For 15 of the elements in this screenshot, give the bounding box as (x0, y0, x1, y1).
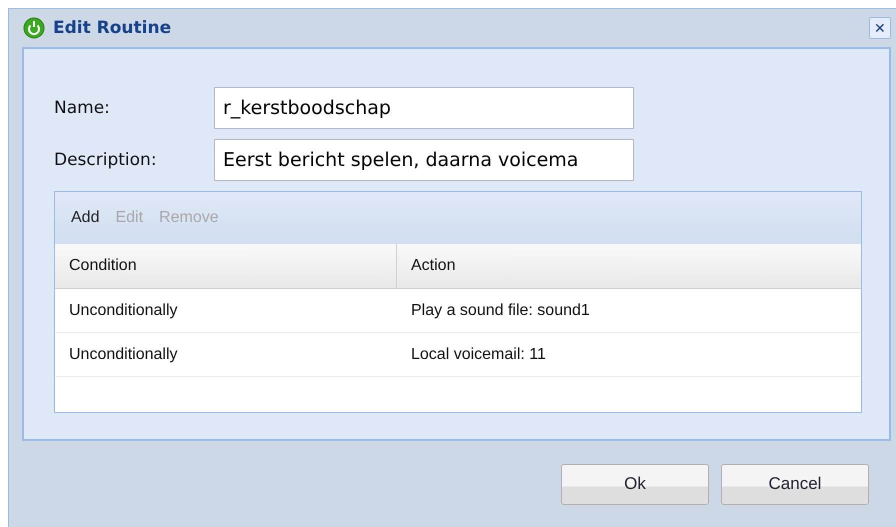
table-cell-text: Unconditionally (68, 344, 179, 364)
table-cell-text: Local voicemail: 11 (410, 344, 547, 364)
close-button[interactable]: ✕ (869, 17, 891, 39)
field-label: Name: (54, 98, 111, 118)
column-header[interactable]: Condition (55, 244, 397, 288)
table-cell-text: Unconditionally (68, 300, 179, 320)
ok-button[interactable]: Ok (561, 464, 709, 504)
column-header[interactable]: Action (397, 244, 861, 288)
cancel-button[interactable]: Cancel (721, 464, 869, 504)
table-cell-text: Play a sound file: sound1 (410, 300, 591, 320)
input-field[interactable]: r_kerstboodschap (214, 87, 634, 129)
toolbar-button[interactable]: Add (65, 207, 106, 229)
window-title: Edit Routine (53, 18, 172, 38)
field-label: Description: (54, 150, 158, 170)
input-field[interactable]: Eerst bericht spelen, daarna voicema (214, 139, 634, 181)
